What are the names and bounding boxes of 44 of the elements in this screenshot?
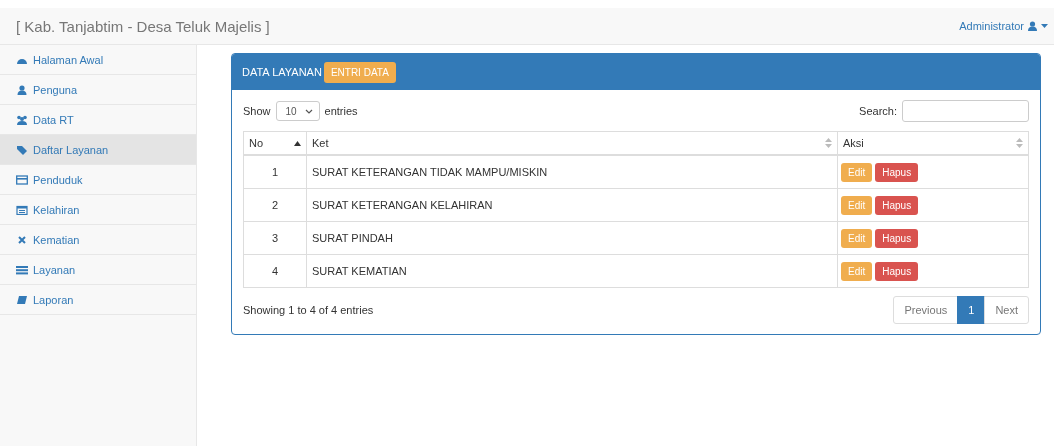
user-menu[interactable]: Administrator bbox=[959, 20, 1048, 32]
users-icon bbox=[16, 114, 28, 125]
delete-button[interactable]: Hapus bbox=[875, 162, 919, 182]
column-header[interactable]: No bbox=[243, 131, 307, 155]
caret-icon bbox=[1041, 24, 1048, 28]
table-cell: 3 bbox=[243, 221, 307, 255]
show-label: Show bbox=[243, 105, 271, 117]
table-cell: SURAT KETERANGAN TIDAK MAMPU/MISKIN bbox=[306, 155, 838, 189]
chevron-icon bbox=[304, 108, 313, 114]
table-cell: SURAT PINDAH bbox=[306, 221, 838, 255]
column-header[interactable]: Ket bbox=[306, 131, 838, 155]
delete-button[interactable]: Hapus bbox=[875, 195, 919, 215]
delete-button[interactable]: Hapus bbox=[875, 261, 919, 281]
sidebar-item[interactable]: Penguna bbox=[0, 75, 196, 105]
card-icon bbox=[16, 174, 28, 185]
sidebar-item[interactable]: Kelahiran bbox=[0, 195, 196, 225]
page-button[interactable]: 1 bbox=[957, 296, 986, 324]
table-cell: SURAT KETERANGAN KELAHIRAN bbox=[306, 188, 838, 222]
table-cell: 2 bbox=[243, 188, 307, 222]
calendar-icon bbox=[16, 204, 28, 215]
table-info: Showing 1 to 4 of 4 entries bbox=[243, 304, 374, 316]
sidebar-item[interactable]: Layanan bbox=[0, 255, 196, 285]
search-field[interactable] bbox=[902, 100, 1029, 122]
sidebar-item[interactable]: Penduduk bbox=[0, 165, 196, 195]
search-label: Search: bbox=[859, 105, 897, 117]
cross-icon bbox=[16, 234, 28, 245]
panel-title: DATA LAYANAN bbox=[242, 66, 322, 78]
site-title: [ Kab. Tanjabtim - Desa Teluk Majelis ] bbox=[16, 17, 270, 35]
sidebar-item[interactable]: Daftar Layanan bbox=[0, 135, 196, 165]
next-button[interactable]: Next bbox=[984, 296, 1029, 324]
column-header[interactable]: Aksi bbox=[837, 131, 1029, 155]
sidebar-item[interactable]: Laporan bbox=[0, 285, 196, 315]
table-cell: SURAT KEMATIAN bbox=[306, 254, 838, 288]
table-cell: 1 bbox=[243, 155, 307, 189]
delete-button[interactable]: Hapus bbox=[875, 228, 919, 248]
entries-label: entries bbox=[324, 105, 358, 117]
tag-icon bbox=[16, 144, 28, 155]
sidebar-item[interactable]: Halaman Awal bbox=[0, 45, 196, 75]
table-cell: 4 bbox=[243, 254, 307, 288]
entries-select[interactable]: 10 bbox=[275, 101, 320, 121]
user-icon bbox=[1028, 21, 1037, 31]
user-icon bbox=[16, 84, 28, 95]
list-icon bbox=[16, 264, 28, 275]
sidebar-item[interactable]: Kematian bbox=[0, 225, 196, 255]
